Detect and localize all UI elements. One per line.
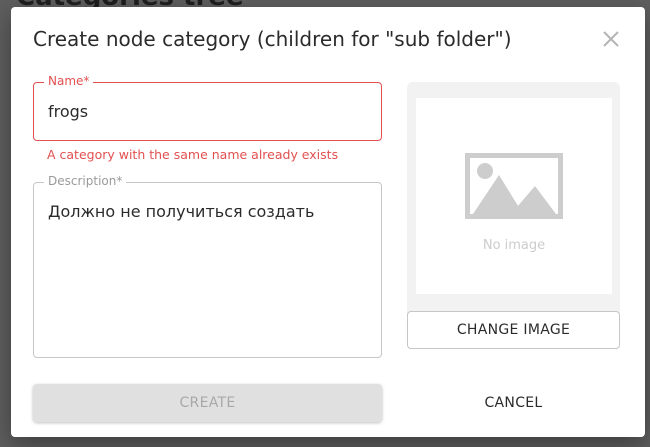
create-category-dialog: Create node category (children for "sub … <box>11 7 645 437</box>
create-button[interactable]: CREATE <box>33 384 382 422</box>
name-error-message: A category with the same name already ex… <box>47 147 339 162</box>
description-textarea[interactable]: Должно не получиться создать <box>48 202 314 221</box>
image-panel: No image <box>407 82 620 349</box>
change-image-button[interactable]: CHANGE IMAGE <box>407 311 620 349</box>
description-field[interactable]: Description* Должно не получиться создат… <box>33 174 382 358</box>
close-icon <box>603 31 619 47</box>
image-placeholder-icon <box>465 153 563 219</box>
cancel-button[interactable]: CANCEL <box>407 384 620 422</box>
page: Categories tree Create node category (ch… <box>0 0 650 447</box>
close-button[interactable] <box>599 27 623 51</box>
dialog-title: Create node category (children for "sub … <box>33 27 512 51</box>
image-preview: No image <box>416 98 612 294</box>
name-field-label: Name* <box>44 74 94 88</box>
no-image-label: No image <box>482 238 546 253</box>
name-input[interactable]: frogs <box>48 102 88 121</box>
description-field-label: Description* <box>44 174 127 188</box>
name-field[interactable]: Name* frogs <box>33 74 382 141</box>
